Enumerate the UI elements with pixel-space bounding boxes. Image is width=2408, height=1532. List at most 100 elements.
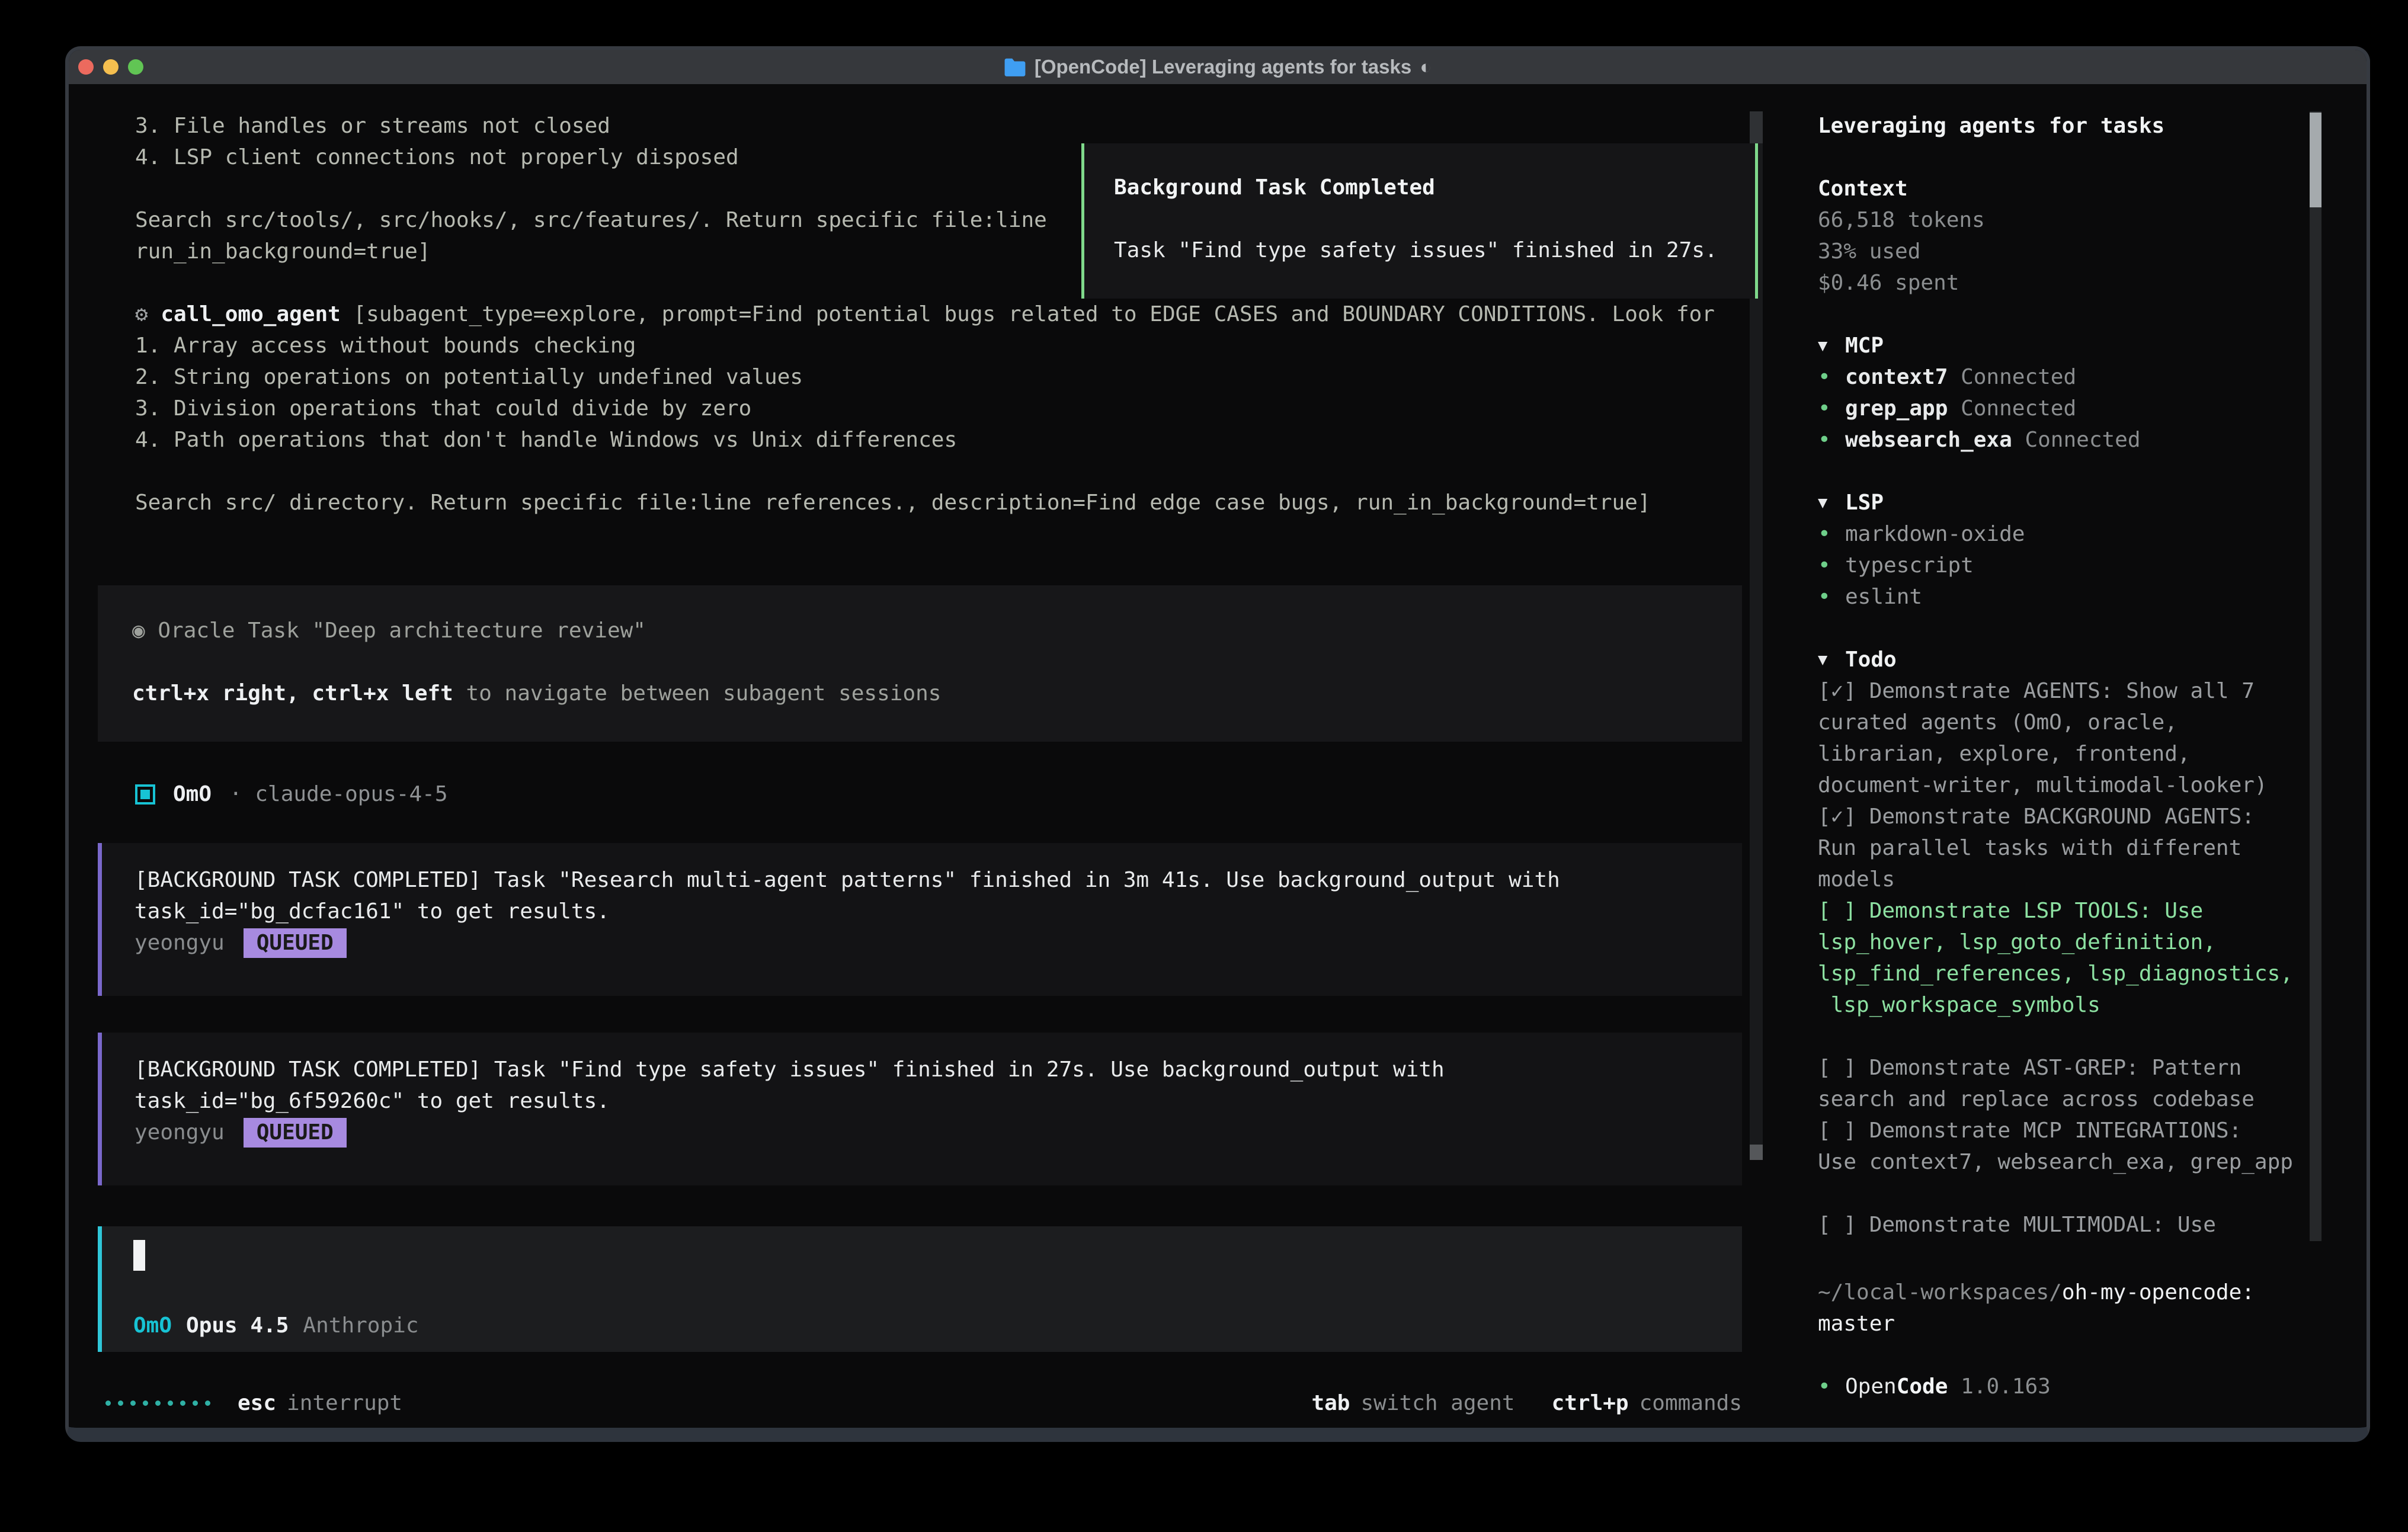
status-badge: QUEUED	[244, 1118, 347, 1148]
todo-section-header[interactable]: ▼ Todo	[1818, 644, 2367, 675]
todo-line-active: lsp_find_references, lsp_diagnostics,	[1818, 958, 2367, 989]
terminal-line: 3. Division operations that could divide…	[135, 393, 1715, 424]
model-row: OmO Opus 4.5 Anthropic	[133, 1310, 419, 1341]
message-text: [BACKGROUND TASK COMPLETED] Task "Resear…	[135, 864, 1742, 896]
terminal-line: 4. Path operations that don't handle Win…	[135, 424, 1715, 456]
folder-icon	[1004, 57, 1026, 76]
agent-icon	[135, 784, 155, 805]
mcp-status	[1948, 361, 1961, 393]
lsp-item: • markdown-oxide	[1818, 518, 2367, 550]
mcp-item: • websearch_exa Connected	[1818, 424, 2367, 456]
oracle-task-box: ◉ Oracle Task "Deep architecture review"…	[98, 585, 1742, 742]
bullet-icon: •	[1818, 550, 1845, 581]
todo-line: document-writer, multimodal-looker)	[1818, 770, 2367, 801]
window-title: [OpenCode] Leveraging agents for tasks	[1035, 56, 1411, 78]
titlebar[interactable]: [OpenCode] Leveraging agents for tasks ◐	[69, 50, 2367, 84]
tool-name: call_omo_agent	[161, 302, 340, 326]
todo-line-active: lsp_hover, lsp_goto_definition,	[1818, 927, 2367, 958]
esc-key-label: interrupt	[287, 1391, 402, 1415]
chat-scrollbar-thumb[interactable]	[1750, 111, 1763, 143]
sidebar-scrollbar[interactable]	[2310, 111, 2321, 1241]
window-title-group: [OpenCode] Leveraging agents for tasks ◐	[1004, 56, 1432, 78]
active-model-label[interactable]: Opus 4.5	[186, 1313, 289, 1338]
oracle-shortcut-hint: ctrl+x right, ctrl+x left to navigate be…	[132, 678, 1742, 709]
tool-call-line: ⚙ call_omo_agent [subagent_type=explore,…	[135, 299, 1715, 330]
gear-icon: ⚙	[135, 302, 148, 326]
status-badge: QUEUED	[244, 928, 347, 958]
context-spent: $0.46 spent	[1818, 267, 2367, 299]
chat-pane: 3. File handles or streams not closed 4.…	[69, 84, 1768, 1428]
terminal-line: 1. Array access without bounds checking	[135, 330, 1715, 361]
sidebar-scrollbar-thumb[interactable]	[2310, 113, 2321, 207]
maximize-button[interactable]	[128, 59, 143, 75]
message-text: task_id="bg_dcfac161" to get results.	[135, 896, 1742, 927]
lsp-item: • eslint	[1818, 581, 2367, 613]
model-provider-label: Anthropic	[303, 1313, 418, 1338]
toast-body: Task "Find type safety issues" finished …	[1114, 235, 1755, 266]
todo-line: librarian, explore, frontend,	[1818, 738, 2367, 770]
message-text: [BACKGROUND TASK COMPLETED] Task "Find t…	[135, 1054, 1742, 1085]
ctrlp-key-hint: ctrl+p	[1552, 1391, 1629, 1415]
lsp-section-header[interactable]: ▼ LSP	[1818, 487, 2367, 518]
close-button[interactable]	[78, 59, 94, 75]
terminal-line	[135, 456, 1715, 487]
status-bar: esc interrupt tab switch agent ctrl+p co…	[105, 1387, 1742, 1419]
text-cursor	[133, 1240, 145, 1271]
todo-line: models	[1818, 864, 2367, 895]
chevron-down-icon: ▼	[1818, 644, 1845, 675]
bullet-icon: •	[1818, 361, 1845, 393]
todo-line: search and replace across codebase	[1818, 1084, 2367, 1115]
todo-line: Use context7, websearch_exa, grep_app	[1818, 1146, 2367, 1178]
workspace-path: ~/local-workspaces/oh-my-opencode:	[1818, 1277, 2367, 1308]
minimize-button[interactable]	[103, 59, 119, 75]
terminal-line: 2. String operations on potentially unde…	[135, 361, 1715, 393]
todo-line	[1818, 1021, 2367, 1052]
terminal-line: Search src/ directory. Return specific f…	[135, 487, 1715, 518]
version-number: 1.0.163	[1961, 1371, 2051, 1402]
session-title: Leveraging agents for tasks	[1818, 110, 2367, 142]
bullet-icon: •	[1818, 424, 1845, 456]
mcp-section-header[interactable]: ▼ MCP	[1818, 330, 2367, 361]
todo-line: [ ] Demonstrate AST-GREP: Pattern	[1818, 1052, 2367, 1084]
todo-line-active: lsp_workspace_symbols	[1818, 989, 2367, 1021]
chat-scrollbar-endcap	[1750, 1145, 1763, 1160]
bullet-icon: •	[1818, 1371, 1845, 1402]
chevron-down-icon: ▼	[1818, 330, 1845, 361]
agent-header: OmO · claude-opus-4-5	[135, 778, 448, 810]
bullet-icon: •	[1818, 581, 1845, 613]
terminal-line: 3. File handles or streams not closed	[135, 110, 1715, 142]
context-tokens: 66,518 tokens	[1818, 204, 2367, 236]
version-row: • OpenCode 1.0.163	[1818, 1371, 2367, 1402]
tab-key-label: switch agent	[1360, 1391, 1514, 1415]
toast-title: Background Task Completed	[1114, 172, 1755, 203]
terminal-content: 3. File handles or streams not closed 4.…	[69, 84, 2367, 1428]
background-task-toast: Background Task Completed Task "Find typ…	[1081, 143, 1758, 299]
session-sidebar: Leveraging agents for tasks Context 66,5…	[1768, 84, 2367, 1428]
terminal-window: [OpenCode] Leveraging agents for tasks ◐…	[65, 46, 2370, 1442]
todo-line: curated agents (OmO, oracle,	[1818, 707, 2367, 738]
background-task-message: [BACKGROUND TASK COMPLETED] Task "Find t…	[98, 1033, 1742, 1185]
agent-model: · claude-opus-4-5	[229, 782, 447, 806]
todo-line: [✓] Demonstrate BACKGROUND AGENTS:	[1818, 801, 2367, 832]
oracle-icon: ◉	[132, 618, 145, 643]
traffic-lights	[78, 50, 143, 84]
todo-line	[1818, 1178, 2367, 1209]
tool-args: [subagent_type=explore, prompt=Find pote…	[341, 302, 1715, 326]
bullet-icon: •	[1818, 518, 1845, 550]
mcp-item: • context7 Connected	[1818, 361, 2367, 393]
oracle-task-title: ◉ Oracle Task "Deep architecture review"	[132, 615, 1742, 646]
active-agent-label[interactable]: OmO	[133, 1313, 172, 1338]
agent-name: OmO	[173, 782, 212, 806]
todo-line-active: [ ] Demonstrate LSP TOOLS: Use	[1818, 895, 2367, 927]
ctrlp-key-label: commands	[1640, 1391, 1742, 1415]
todo-line: [ ] Demonstrate MULTIMODAL: Use	[1818, 1209, 2367, 1241]
chevron-down-icon: ▼	[1818, 487, 1845, 518]
todo-line: [ ] Demonstrate MCP INTEGRATIONS:	[1818, 1115, 2367, 1146]
todo-line: [✓] Demonstrate AGENTS: Show all 7	[1818, 675, 2367, 707]
desktop: [OpenCode] Leveraging agents for tasks ◐…	[0, 0, 2408, 1532]
message-text: task_id="bg_6f59260c" to get results.	[135, 1085, 1742, 1117]
git-branch: master	[1818, 1308, 2367, 1339]
prompt-input[interactable]: OmO Opus 4.5 Anthropic	[98, 1226, 1742, 1352]
background-task-message: [BACKGROUND TASK COMPLETED] Task "Resear…	[98, 843, 1742, 996]
shortcut-keys: ctrl+x right, ctrl+x left	[132, 681, 453, 706]
